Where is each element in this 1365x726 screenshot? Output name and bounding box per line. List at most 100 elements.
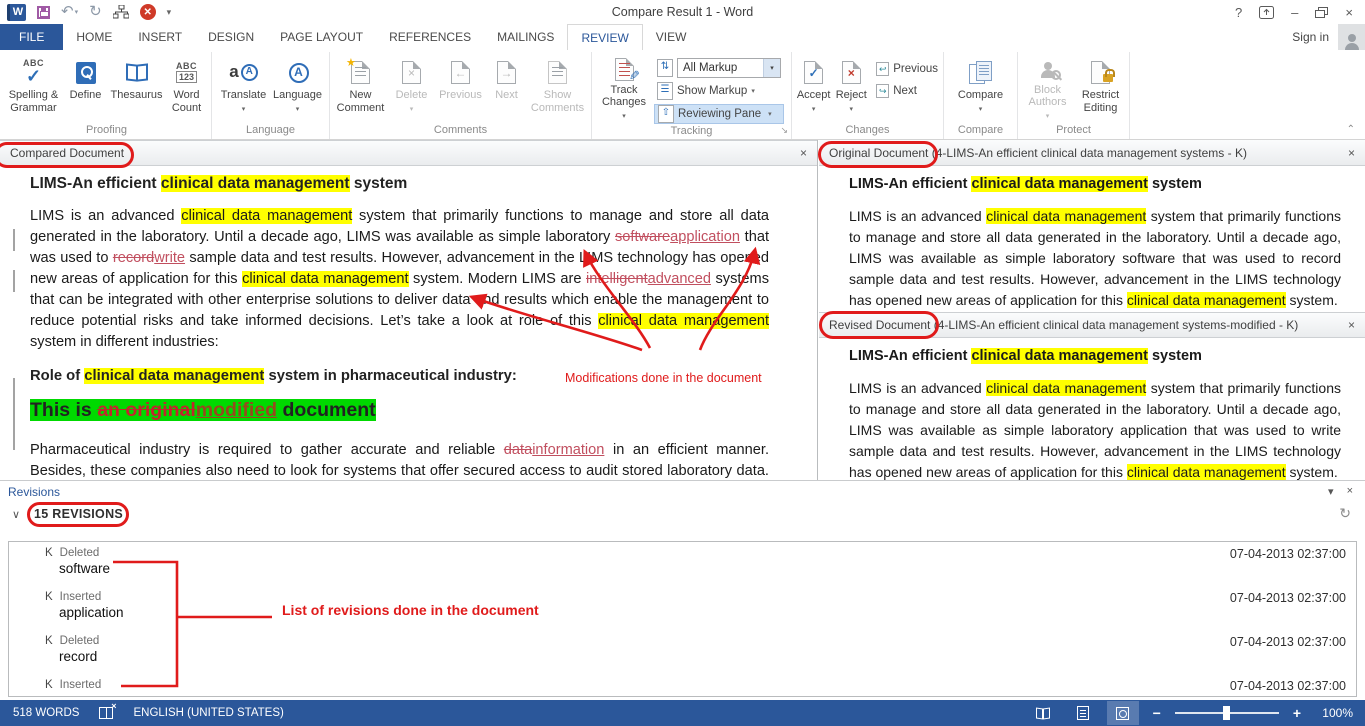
show-comments-button[interactable]: Show Comments <box>527 53 589 123</box>
revision-text: application <box>59 605 1344 620</box>
delete-comment-button[interactable]: × Delete ▾ <box>389 53 435 123</box>
word-count-status[interactable]: 518 WORDS <box>13 707 79 719</box>
track-changes-button[interactable]: ✎ Track Changes ▾ <box>598 53 650 123</box>
block-authors-button[interactable]: Block Authors ▾ <box>1021 53 1075 123</box>
group-label-compare: Compare <box>946 123 1015 139</box>
title-bar: W ↶▾ ↻ ✕ ▾ Compare Result 1 - Word ? – × <box>0 0 1365 24</box>
delete-comment-icon: × <box>402 56 421 89</box>
close-icon[interactable]: × <box>1348 147 1355 159</box>
tab-page-layout[interactable]: PAGE LAYOUT <box>267 24 376 50</box>
translate-button[interactable]: aA Translate ▾ <box>217 53 271 123</box>
sign-in[interactable]: Sign in <box>1292 24 1365 50</box>
spelling-grammar-button[interactable]: ABC✓ Spelling & Grammar <box>5 53 63 123</box>
compared-document-body[interactable]: LIMS-An efficient clinical data manageme… <box>0 166 817 479</box>
new-comment-button[interactable]: ★ New Comment <box>333 53 389 123</box>
source-documents-column: Original Document (4-LIMS-An efficient c… <box>819 140 1365 480</box>
show-comments-icon <box>548 56 567 89</box>
accept-button[interactable]: ✓ Accept ▾ <box>794 53 833 123</box>
revision-action: Inserted <box>60 679 102 691</box>
thesaurus-button[interactable]: Thesaurus <box>109 53 165 123</box>
ribbon-display-options-icon[interactable] <box>1259 6 1274 19</box>
changed-line-bar <box>13 378 15 450</box>
reject-icon: × <box>842 56 861 89</box>
revision-item[interactable]: KInserted 07-04-2013 02:37:00 <box>9 674 1356 697</box>
revision-author: K <box>45 635 53 647</box>
read-mode-button[interactable] <box>1027 701 1059 725</box>
compare-button[interactable]: Compare ▾ <box>951 53 1011 123</box>
print-layout-button[interactable] <box>1067 701 1099 725</box>
close-icon[interactable]: × <box>1345 5 1353 20</box>
revisions-pane-menu-icon[interactable]: ▾ <box>1328 485 1334 498</box>
restore-icon[interactable] <box>1315 7 1328 18</box>
language-button[interactable]: A Language ▾ <box>271 53 325 123</box>
word-count-button[interactable]: ABC123 Word Count <box>165 53 209 123</box>
zoom-slider-thumb[interactable] <box>1223 706 1230 720</box>
collapse-ribbon-icon[interactable]: ⌃ <box>1347 124 1355 135</box>
minimize-icon[interactable]: – <box>1291 5 1298 20</box>
original-document-body[interactable]: LIMS-An efficient clinical data manageme… <box>819 166 1365 312</box>
markup-mode-dropdown[interactable]: All Markup ▾ <box>677 58 781 78</box>
define-button[interactable]: Define <box>63 53 109 123</box>
previous-comment-button[interactable]: ← Previous <box>435 53 487 123</box>
restrict-editing-button[interactable]: Restrict Editing <box>1075 53 1127 123</box>
tab-view[interactable]: VIEW <box>643 24 700 50</box>
revised-document-body[interactable]: LIMS-An efficient clinical data manageme… <box>819 338 1365 480</box>
revision-item[interactable]: KDeleted record 07-04-2013 02:37:00 <box>9 630 1356 674</box>
reject-button[interactable]: × Reject ▾ <box>833 53 869 123</box>
next-change-button[interactable]: ↪ Next <box>873 83 941 99</box>
tracking-dialog-launcher-icon[interactable]: ↘ <box>780 125 788 136</box>
zoom-out-button[interactable]: − <box>1147 705 1167 721</box>
proofing-errors-icon[interactable] <box>99 707 113 719</box>
quick-access-toolbar: W ↶▾ ↻ ✕ ▾ <box>0 3 171 21</box>
show-markup-button[interactable]: ☰ Show Markup ▾ <box>654 81 784 101</box>
tab-mailings[interactable]: MAILINGS <box>484 24 567 50</box>
track-changes-icon: ✎ <box>615 56 634 84</box>
tab-review[interactable]: REVIEW <box>567 24 642 50</box>
revision-item[interactable]: KInserted application 07-04-2013 02:37:0… <box>9 586 1356 630</box>
customize-qat-icon[interactable]: ▾ <box>167 3 172 21</box>
merge-documents-icon[interactable] <box>113 3 129 21</box>
close-icon[interactable]: × <box>800 147 807 159</box>
tab-design[interactable]: DESIGN <box>195 24 267 50</box>
undo-icon[interactable]: ↶▾ <box>61 3 78 21</box>
tab-home[interactable]: HOME <box>63 24 125 50</box>
web-layout-button[interactable] <box>1107 701 1139 725</box>
previous-change-icon: ↩ <box>876 62 889 76</box>
ribbon: ABC✓ Spelling & Grammar Define Thesaurus… <box>0 50 1365 140</box>
sign-in-label: Sign in <box>1292 30 1329 44</box>
original-document-title: Original Document (4-LIMS-An efficient c… <box>829 146 1247 160</box>
word-logo-icon: W <box>7 4 26 21</box>
show-markup-icon: ☰ <box>657 82 673 100</box>
revisions-list[interactable]: KDeleted software 07-04-2013 02:37:00 KI… <box>8 541 1357 697</box>
help-icon[interactable]: ? <box>1235 5 1242 20</box>
revision-author: K <box>45 679 53 691</box>
save-icon[interactable] <box>37 3 50 21</box>
close-icon[interactable]: × <box>1347 485 1353 498</box>
doc-modified-heading: This is an originalmodified document <box>30 397 769 424</box>
close-icon[interactable]: × <box>1348 319 1355 331</box>
collapse-revisions-icon[interactable]: ∨ <box>12 508 20 521</box>
revisions-count[interactable]: 15 REVISIONS <box>34 507 123 521</box>
tab-file[interactable]: FILE <box>0 24 63 50</box>
block-authors-icon <box>1041 56 1055 84</box>
reviewing-pane-button[interactable]: ⇧ Reviewing Pane ▾ <box>654 104 784 124</box>
stop-error-icon[interactable]: ✕ <box>140 3 156 21</box>
ribbon-group-proofing: ABC✓ Spelling & Grammar Define Thesaurus… <box>2 52 212 139</box>
previous-change-button[interactable]: ↩ Previous <box>873 61 941 77</box>
word-window: W ↶▾ ↻ ✕ ▾ Compare Result 1 - Word ? – ×… <box>0 0 1365 726</box>
markup-mode-row: ⇅ All Markup ▾ <box>654 58 784 78</box>
zoom-in-button[interactable]: + <box>1287 705 1307 721</box>
revision-action: Deleted <box>60 635 100 647</box>
redo-icon[interactable]: ↻ <box>89 3 102 21</box>
refresh-icon[interactable]: ↻ <box>1339 505 1351 522</box>
next-comment-button[interactable]: → Next <box>487 53 527 123</box>
language-status[interactable]: ENGLISH (UNITED STATES) <box>133 707 283 719</box>
avatar[interactable] <box>1338 24 1365 50</box>
revision-item[interactable]: KDeleted software 07-04-2013 02:37:00 <box>9 542 1356 586</box>
group-label-comments: Comments <box>332 123 589 139</box>
zoom-level[interactable]: 100% <box>1315 706 1353 720</box>
zoom-slider[interactable] <box>1175 712 1279 714</box>
tab-insert[interactable]: INSERT <box>125 24 195 50</box>
doc-heading: LIMS-An efficient clinical data manageme… <box>849 174 1341 195</box>
tab-references[interactable]: REFERENCES <box>376 24 484 50</box>
